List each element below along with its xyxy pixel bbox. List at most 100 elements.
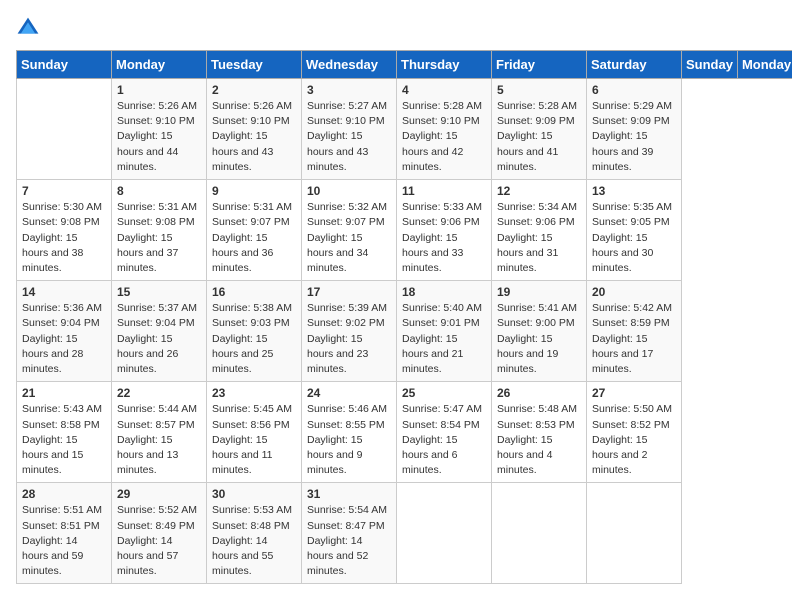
calendar-cell: 5 Sunrise: 5:28 AMSunset: 9:09 PMDaylight… [492, 79, 587, 180]
calendar-cell: 7 Sunrise: 5:30 AMSunset: 9:08 PMDaylight… [17, 180, 112, 281]
day-number: 20 [592, 285, 676, 299]
calendar-cell: 9 Sunrise: 5:31 AMSunset: 9:07 PMDaylight… [207, 180, 302, 281]
calendar-cell: 12 Sunrise: 5:34 AMSunset: 9:06 PMDayligh… [492, 180, 587, 281]
day-number: 9 [212, 184, 296, 198]
header-day-saturday: Saturday [587, 51, 682, 79]
calendar-cell: 24 Sunrise: 5:46 AMSunset: 8:55 PMDayligh… [302, 382, 397, 483]
calendar-week-3: 14 Sunrise: 5:36 AMSunset: 9:04 PMDayligh… [17, 281, 792, 382]
calendar-cell: 4 Sunrise: 5:28 AMSunset: 9:10 PMDaylight… [397, 79, 492, 180]
day-info: Sunrise: 5:36 AMSunset: 9:04 PMDaylight:… [22, 301, 106, 377]
calendar-table: SundayMondayTuesdayWednesdayThursdayFrid… [16, 50, 792, 584]
day-info: Sunrise: 5:52 AMSunset: 8:49 PMDaylight:… [117, 503, 201, 579]
calendar-week-5: 28Sunrise: 5:51 AMSunset: 8:51 PMDayligh… [17, 483, 792, 584]
day-number: 12 [497, 184, 581, 198]
calendar-cell [492, 483, 587, 584]
day-info: Sunrise: 5:39 AMSunset: 9:02 PMDaylight:… [307, 301, 391, 377]
calendar-cell: 10 Sunrise: 5:32 AMSunset: 9:07 PMDayligh… [302, 180, 397, 281]
day-number: 6 [592, 83, 676, 97]
day-info: Sunrise: 5:45 AMSunset: 8:56 PMDaylight:… [212, 402, 296, 478]
day-number: 22 [117, 386, 201, 400]
logo [16, 16, 44, 40]
day-number: 29 [117, 487, 201, 501]
header-day-thursday: Thursday [397, 51, 492, 79]
day-number: 5 [497, 83, 581, 97]
day-number: 30 [212, 487, 296, 501]
day-number: 21 [22, 386, 106, 400]
day-info: Sunrise: 5:26 AMSunset: 9:10 PMDaylight:… [117, 99, 201, 175]
logo-icon [16, 16, 40, 40]
day-number: 3 [307, 83, 391, 97]
header-day-friday: Friday [492, 51, 587, 79]
day-number: 24 [307, 386, 391, 400]
header-day-tuesday: Tuesday [207, 51, 302, 79]
calendar-header-row: SundayMondayTuesdayWednesdayThursdayFrid… [17, 51, 792, 79]
day-number: 16 [212, 285, 296, 299]
day-info: Sunrise: 5:26 AMSunset: 9:10 PMDaylight:… [212, 99, 296, 175]
calendar-cell: 11Sunrise: 5:33 AMSunset: 9:06 PMDayligh… [397, 180, 492, 281]
day-info: Sunrise: 5:43 AMSunset: 8:58 PMDaylight:… [22, 402, 106, 478]
day-number: 23 [212, 386, 296, 400]
day-info: Sunrise: 5:41 AMSunset: 9:00 PMDaylight:… [497, 301, 581, 377]
day-number: 19 [497, 285, 581, 299]
calendar-cell: 22Sunrise: 5:44 AMSunset: 8:57 PMDayligh… [112, 382, 207, 483]
header-monday: Monday [737, 51, 792, 79]
calendar-cell: 8Sunrise: 5:31 AMSunset: 9:08 PMDaylight… [112, 180, 207, 281]
day-info: Sunrise: 5:46 AMSunset: 8:55 PMDaylight:… [307, 402, 391, 478]
day-info: Sunrise: 5:47 AMSunset: 8:54 PMDaylight:… [402, 402, 486, 478]
calendar-week-2: 7 Sunrise: 5:30 AMSunset: 9:08 PMDaylight… [17, 180, 792, 281]
calendar-cell: 30Sunrise: 5:53 AMSunset: 8:48 PMDayligh… [207, 483, 302, 584]
calendar-cell: 3 Sunrise: 5:27 AMSunset: 9:10 PMDaylight… [302, 79, 397, 180]
calendar-cell: 1Sunrise: 5:26 AMSunset: 9:10 PMDaylight… [112, 79, 207, 180]
calendar-cell: 25 Sunrise: 5:47 AMSunset: 8:54 PMDayligh… [397, 382, 492, 483]
day-info: Sunrise: 5:28 AMSunset: 9:09 PMDaylight:… [497, 99, 581, 175]
day-info: Sunrise: 5:31 AMSunset: 9:07 PMDaylight:… [212, 200, 296, 276]
day-number: 4 [402, 83, 486, 97]
day-info: Sunrise: 5:37 AMSunset: 9:04 PMDaylight:… [117, 301, 201, 377]
calendar-cell [17, 79, 112, 180]
day-info: Sunrise: 5:29 AMSunset: 9:09 PMDaylight:… [592, 99, 676, 175]
day-info: Sunrise: 5:33 AMSunset: 9:06 PMDaylight:… [402, 200, 486, 276]
calendar-cell: 6 Sunrise: 5:29 AMSunset: 9:09 PMDaylight… [587, 79, 682, 180]
day-info: Sunrise: 5:51 AMSunset: 8:51 PMDaylight:… [22, 503, 106, 579]
calendar-cell: 13Sunrise: 5:35 AMSunset: 9:05 PMDayligh… [587, 180, 682, 281]
calendar-cell [587, 483, 682, 584]
header-day-monday: Monday [112, 51, 207, 79]
calendar-cell: 29 Sunrise: 5:52 AMSunset: 8:49 PMDayligh… [112, 483, 207, 584]
calendar-cell: 2 Sunrise: 5:26 AMSunset: 9:10 PMDaylight… [207, 79, 302, 180]
day-number: 25 [402, 386, 486, 400]
header-sunday: Sunday [682, 51, 738, 79]
day-info: Sunrise: 5:28 AMSunset: 9:10 PMDaylight:… [402, 99, 486, 175]
day-number: 14 [22, 285, 106, 299]
day-info: Sunrise: 5:30 AMSunset: 9:08 PMDaylight:… [22, 200, 106, 276]
calendar-cell: 26 Sunrise: 5:48 AMSunset: 8:53 PMDayligh… [492, 382, 587, 483]
day-info: Sunrise: 5:34 AMSunset: 9:06 PMDaylight:… [497, 200, 581, 276]
day-info: Sunrise: 5:31 AMSunset: 9:08 PMDaylight:… [117, 200, 201, 276]
day-info: Sunrise: 5:32 AMSunset: 9:07 PMDaylight:… [307, 200, 391, 276]
day-number: 26 [497, 386, 581, 400]
calendar-cell: 14 Sunrise: 5:36 AMSunset: 9:04 PMDayligh… [17, 281, 112, 382]
calendar-cell: 27Sunrise: 5:50 AMSunset: 8:52 PMDayligh… [587, 382, 682, 483]
day-info: Sunrise: 5:27 AMSunset: 9:10 PMDaylight:… [307, 99, 391, 175]
day-info: Sunrise: 5:38 AMSunset: 9:03 PMDaylight:… [212, 301, 296, 377]
calendar-week-1: 1Sunrise: 5:26 AMSunset: 9:10 PMDaylight… [17, 79, 792, 180]
calendar-week-4: 21 Sunrise: 5:43 AMSunset: 8:58 PMDayligh… [17, 382, 792, 483]
day-info: Sunrise: 5:48 AMSunset: 8:53 PMDaylight:… [497, 402, 581, 478]
header [16, 16, 776, 40]
day-number: 7 [22, 184, 106, 198]
calendar-cell: 31 Sunrise: 5:54 AMSunset: 8:47 PMDayligh… [302, 483, 397, 584]
calendar-cell: 16 Sunrise: 5:38 AMSunset: 9:03 PMDayligh… [207, 281, 302, 382]
calendar-cell: 28Sunrise: 5:51 AMSunset: 8:51 PMDayligh… [17, 483, 112, 584]
day-number: 31 [307, 487, 391, 501]
day-info: Sunrise: 5:40 AMSunset: 9:01 PMDaylight:… [402, 301, 486, 377]
calendar-cell: 23 Sunrise: 5:45 AMSunset: 8:56 PMDayligh… [207, 382, 302, 483]
day-info: Sunrise: 5:42 AMSunset: 8:59 PMDaylight:… [592, 301, 676, 377]
day-number: 18 [402, 285, 486, 299]
header-day-wednesday: Wednesday [302, 51, 397, 79]
day-number: 10 [307, 184, 391, 198]
calendar-cell [397, 483, 492, 584]
day-info: Sunrise: 5:54 AMSunset: 8:47 PMDaylight:… [307, 503, 391, 579]
day-number: 27 [592, 386, 676, 400]
calendar-cell: 15Sunrise: 5:37 AMSunset: 9:04 PMDayligh… [112, 281, 207, 382]
calendar-cell: 19 Sunrise: 5:41 AMSunset: 9:00 PMDayligh… [492, 281, 587, 382]
day-number: 2 [212, 83, 296, 97]
